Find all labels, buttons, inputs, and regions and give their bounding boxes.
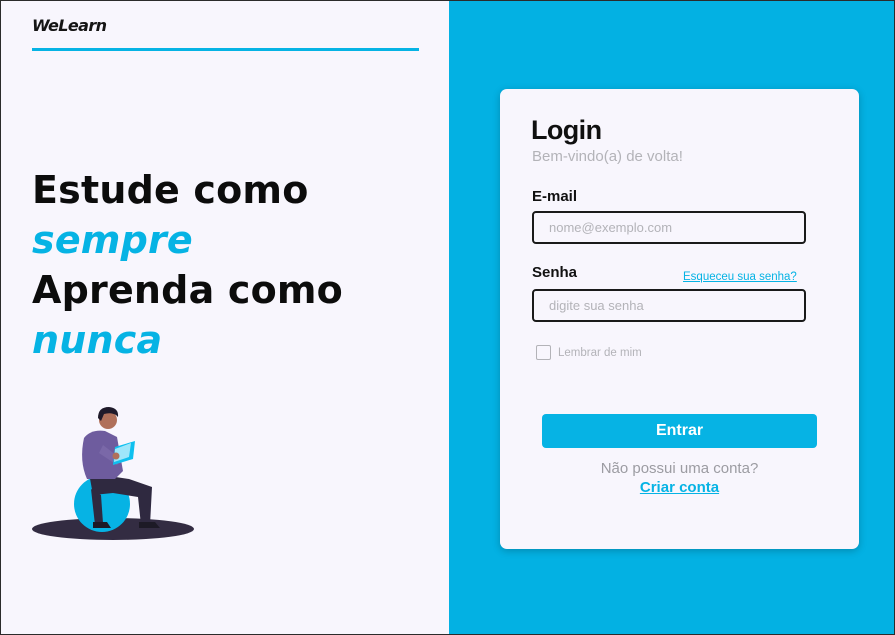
no-account-text: Não possui uma conta? <box>600 460 759 477</box>
remember-label: Lembrar de mim <box>558 346 642 359</box>
login-button[interactable]: Entrar <box>542 414 817 448</box>
reading-person-illustration <box>32 407 194 540</box>
login-title: Login <box>531 115 602 145</box>
brand-logo[interactable]: WeLearn <box>32 16 107 35</box>
page: WeLearn Estude como sempre Aprenda como … <box>1 1 894 634</box>
create-account-link: Criar conta <box>500 479 859 496</box>
forgot-password-link[interactable]: Esqueceu sua senha? <box>683 271 797 283</box>
email-field[interactable] <box>532 211 806 244</box>
left-panel: WeLearn Estude como sempre Aprenda como … <box>1 1 449 634</box>
remember-me[interactable]: Lembrar de mim <box>536 345 642 360</box>
hero-line-2: sempre <box>32 218 193 262</box>
hero-line-4: nunca <box>32 318 163 362</box>
hero-line-3: Aprenda como <box>32 268 343 312</box>
login-card: Login Bem-vindo(a) de volta! E-mail Senh… <box>500 89 859 549</box>
illustration-hand <box>112 452 120 460</box>
create-account-anchor[interactable]: Criar conta <box>640 479 719 496</box>
logo-underline <box>32 48 419 51</box>
login-subtitle: Bem-vindo(a) de volta! <box>532 148 683 165</box>
email-label: E-mail <box>532 188 578 205</box>
password-field[interactable] <box>532 289 806 322</box>
hero-line-1: Estude como <box>32 168 309 212</box>
hero-headline: Estude como sempre Aprenda como nunca <box>32 165 343 365</box>
remember-checkbox[interactable] <box>536 345 551 360</box>
password-label: Senha <box>532 264 578 281</box>
